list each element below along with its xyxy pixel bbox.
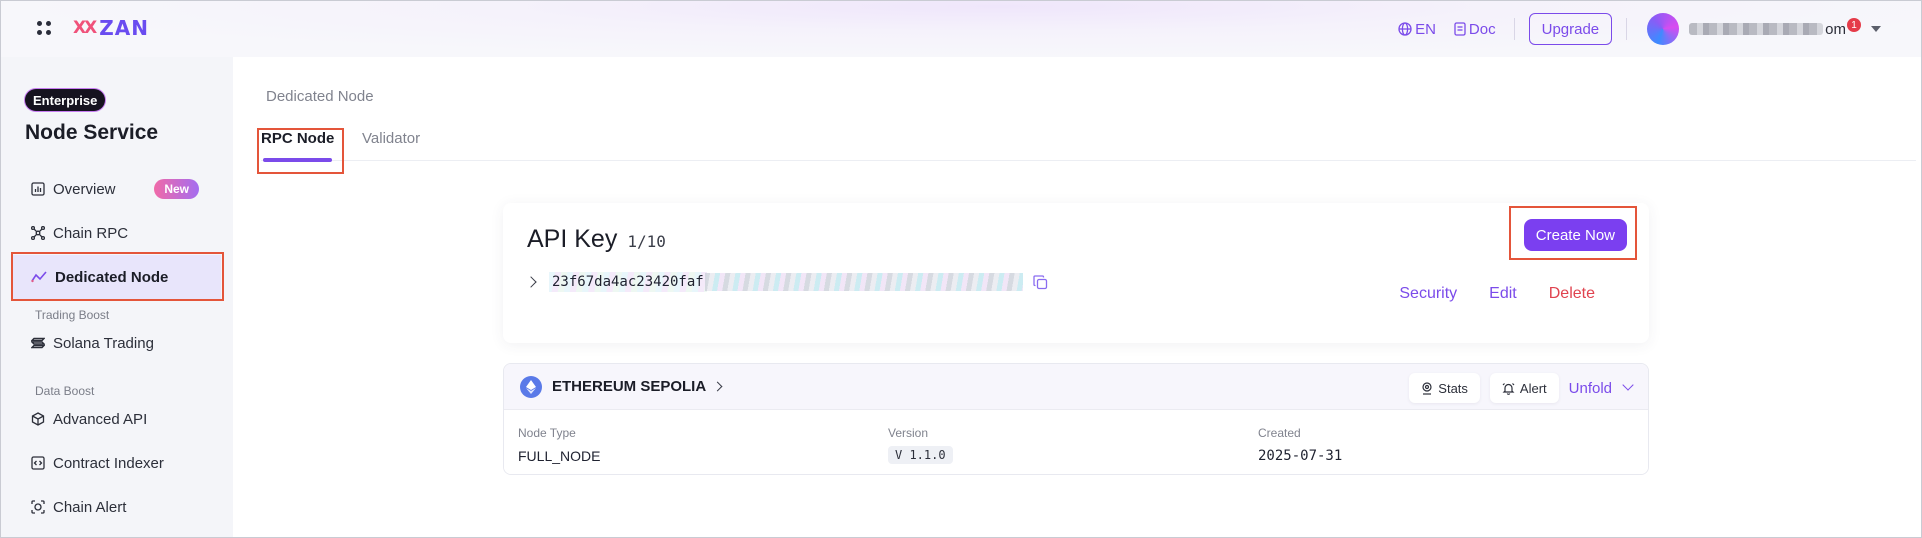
ethereum-icon [520, 375, 542, 398]
created-field: Created 2025-07-31 [1258, 426, 1342, 464]
alert-button[interactable]: Alert [1489, 373, 1559, 403]
email-redacted [1689, 23, 1824, 35]
target-icon [31, 500, 45, 514]
pulse-icon [31, 271, 47, 283]
logo-text: ZAN [99, 16, 149, 40]
caret-down-icon [1871, 26, 1881, 32]
stats-button[interactable]: Stats [1409, 373, 1480, 403]
version-field: Version V 1.1.0 [888, 426, 953, 464]
created-value: 2025-07-31 [1258, 448, 1343, 464]
chart-icon [31, 182, 45, 196]
sidebar-title: Node Service [25, 121, 159, 144]
version-badge: V 1.1.0 [888, 446, 953, 464]
sidebar-item-advanced-api[interactable]: Advanced API [13, 397, 221, 441]
sidebar-item-solana-trading[interactable]: Solana Trading [13, 321, 221, 365]
api-key-actions: Security Edit Delete [1367, 285, 1595, 303]
divider [1513, 18, 1515, 40]
sidebar-item-label: Chain Alert [53, 498, 127, 516]
cube-icon [31, 412, 45, 426]
field-label: Created [1258, 426, 1301, 440]
solana-icon [31, 337, 45, 349]
network-name[interactable]: ETHEREUM SEPOLIA [552, 378, 706, 395]
apps-grid-icon[interactable] [37, 21, 51, 35]
sidebar-item-label: Overview [53, 180, 116, 198]
logo[interactable]: XX ZAN [73, 16, 149, 40]
node-card: ETHEREUM SEPOLIA Stats Alert Unfold Node… [503, 363, 1649, 475]
unfold-toggle[interactable]: Unfold [1568, 379, 1634, 397]
globe-icon [1398, 22, 1412, 36]
api-key-title: API Key [527, 225, 618, 253]
chevron-down-icon [1622, 379, 1634, 391]
copy-icon[interactable] [1033, 274, 1048, 290]
security-link[interactable]: Security [1399, 285, 1457, 303]
document-icon [1454, 22, 1466, 36]
alert-label: Alert [1519, 380, 1547, 396]
divider [1626, 18, 1628, 40]
new-badge: New [154, 179, 199, 199]
sidebar-item-label: Advanced API [53, 410, 148, 428]
upgrade-button[interactable]: Upgrade [1528, 13, 1613, 45]
nav-group-label: Trading Boost [35, 308, 110, 322]
chevron-right-icon[interactable] [525, 276, 537, 288]
sidebar: Enterprise Node Service Overview New Cha… [1, 57, 233, 537]
header-actions: EN Doc Upgrade om 1 [1398, 13, 1881, 45]
language-switch[interactable]: EN [1398, 21, 1436, 38]
field-label: Node Type [518, 426, 576, 440]
unfold-label: Unfold [1568, 379, 1612, 397]
avatar[interactable] [1647, 13, 1680, 45]
node-type-value: FULL_NODE [518, 448, 601, 464]
api-key-header: API Key 1/10 [527, 225, 666, 254]
node-card-header: ETHEREUM SEPOLIA Stats Alert Unfold [504, 364, 1648, 410]
sidebar-item-overview[interactable]: Overview New [13, 167, 221, 211]
sidebar-item-dedicated-node[interactable]: Dedicated Node [13, 255, 221, 299]
chevron-right-icon[interactable] [712, 381, 723, 392]
notification-badge: 1 [1847, 18, 1861, 32]
sidebar-item-label: Dedicated Node [55, 268, 169, 286]
api-key-card: API Key 1/10 Create Now 23f67da4ac23420f… [503, 203, 1649, 343]
main-content: Dedicated Node RPC Node Validator API Ke… [233, 57, 1921, 537]
edit-link[interactable]: Edit [1489, 285, 1517, 303]
node-actions: Stats Alert Unfold [1409, 373, 1634, 403]
bell-icon [1502, 382, 1515, 395]
api-key-count: 1/10 [627, 232, 666, 251]
sidebar-item-label: Contract Indexer [53, 454, 164, 472]
breadcrumb: Dedicated Node [266, 88, 374, 105]
api-key-row: 23f67da4ac23420faf [525, 271, 1048, 293]
delete-link[interactable]: Delete [1549, 285, 1595, 303]
sidebar-item-contract-indexer[interactable]: Contract Indexer [13, 441, 221, 485]
sidebar-item-chain-alert[interactable]: Chain Alert [13, 485, 221, 529]
email-suffix: om [1825, 20, 1846, 38]
sidebar-item-chain-rpc[interactable]: Chain RPC [13, 211, 221, 255]
logo-mark: XX [73, 18, 97, 38]
field-label: Version [888, 426, 929, 440]
account-menu[interactable]: om 1 [1689, 18, 1881, 38]
nav-group-label: Data Boost [35, 384, 95, 398]
tab-bar: RPC Node Validator [261, 127, 1916, 162]
api-key-value: 23f67da4ac23420faf [549, 272, 707, 292]
app-window: XX ZAN EN Doc Upgrade om 1 Enterprise No… [0, 0, 1922, 538]
doc-link[interactable]: Doc [1454, 21, 1496, 38]
node-type-field: Node Type FULL_NODE [518, 426, 600, 464]
node-card-body: Node Type FULL_NODE Version V 1.1.0 Crea… [504, 410, 1648, 474]
top-bar: XX ZAN EN Doc Upgrade om 1 [1, 1, 1921, 57]
create-now-button[interactable]: Create Now [1523, 219, 1627, 251]
api-key-redacted [704, 273, 1023, 291]
tab-validator[interactable]: Validator [362, 127, 420, 161]
sidebar-item-label: Chain RPC [53, 224, 129, 242]
enterprise-badge: Enterprise [25, 89, 106, 111]
code-icon [31, 456, 45, 470]
doc-label: Doc [1468, 20, 1496, 38]
stats-label: Stats [1438, 380, 1468, 396]
sidebar-item-label: Solana Trading [53, 334, 154, 352]
network-icon [31, 226, 45, 240]
tab-rpc-node[interactable]: RPC Node [261, 127, 334, 162]
language-label: EN [1415, 20, 1436, 38]
location-pin-icon [1422, 381, 1432, 395]
